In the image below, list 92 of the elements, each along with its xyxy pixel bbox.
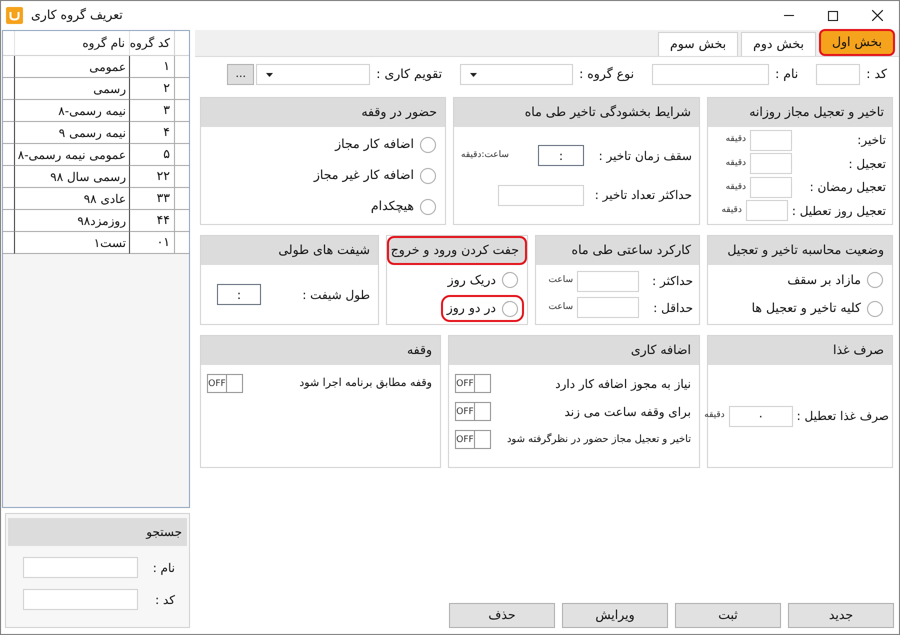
input-field[interactable] [750,130,792,151]
input-field[interactable] [577,270,639,292]
panel-header: جستجو [8,518,187,546]
field-label: حداکثر : [651,273,693,290]
field-label: تعجیل رمضان : [808,179,886,196]
tab[interactable]: بخش دوم [741,32,816,56]
unit-label: دقیقه [704,409,725,422]
panel-header: کارکرد ساعتی طی ماه [536,236,699,265]
action-button[interactable]: ویرایش [562,603,668,628]
panel-header: وقفه [201,336,440,365]
panel-header: شرایط بخشودگی تاخیر طی ماه [454,98,699,127]
input-field[interactable]: : [217,284,261,305]
input-field[interactable] [23,557,138,578]
browse-button[interactable]: ... [227,64,254,85]
maximize-icon [828,10,838,20]
field-label: تقویم کاری : [376,65,442,84]
field-label: تعجیل روز تعطیل : [792,202,886,220]
option-label: تاخیر و تعجیل مجاز حضور در نظرگرفته شود [506,432,691,447]
row-header[interactable] [174,56,189,78]
radio-option[interactable]: مازاد بر سقف [781,266,889,294]
field-label: کد : [866,65,887,84]
field-label: صرف غذا تعطیل : [796,408,889,425]
panel-header: وضعیت محاسبه تاخیر و تعجیل [708,236,892,265]
unit-label: ساعت:دقیقه [461,149,509,162]
close-icon [872,10,882,21]
unit-label: دقیقه [726,133,746,146]
input-field[interactable]: ۰ [728,406,793,426]
caret-icon [266,72,274,76]
field-label: نام : [775,65,798,84]
input-field[interactable] [498,184,584,206]
row-header[interactable] [174,100,189,122]
field-label: حداقل : [652,300,693,317]
row-header[interactable] [174,122,189,144]
unit-label: ساعت [548,274,573,288]
input-field[interactable] [577,297,639,318]
option-label: نیاز به مجوز اضافه کار دارد [555,376,691,392]
table-cell: ۰۱ [129,232,174,254]
panel-header: حضور در وقفه [201,98,445,127]
field-label: نوع گروه : [579,65,634,84]
unit-label: دقیقه [726,180,746,194]
option-label: برای وقفه ساعت می زند [564,404,691,420]
toggle-switch[interactable]: OFF [455,402,491,421]
action-button[interactable]: حذف [449,603,555,628]
field-label: کد : [155,592,175,608]
tab[interactable]: بخش اول [818,29,895,56]
toggle-switch[interactable]: OFF [455,430,491,449]
option-label: وقفه مطابق برنامه اجرا شود [299,375,432,392]
row-header[interactable] [174,188,189,210]
field-label: تاخیر: [856,132,886,150]
panel-header: جفت کردن ورود و خروج [387,236,527,265]
field-label: تعجیل : [848,156,886,173]
input-field[interactable] [816,64,860,85]
action-button[interactable]: ثبت [675,603,781,628]
field-label: طول شیفت : [302,286,370,304]
caret-icon [470,72,478,76]
row-header[interactable] [174,166,189,188]
row-header[interactable] [174,210,189,232]
minimize-icon [784,15,794,16]
tab[interactable]: بخش سوم [658,32,738,56]
unit-label: ساعت [548,301,573,314]
app-logo-icon [6,7,23,24]
input-field[interactable] [746,200,788,222]
action-button[interactable]: جدید [788,603,894,628]
field-label: حداکثر تعداد تاخیر : [594,187,692,204]
panel-header: اضافه کاری [449,336,699,365]
panel-header: شیفت های طولی [201,236,378,265]
toggle-switch[interactable]: OFF [455,374,491,393]
row-header[interactable] [174,78,189,100]
radio-option[interactable]: اضافه کار مجاز [329,131,442,158]
input-field[interactable] [652,64,770,85]
input-field[interactable] [23,589,138,610]
panel-header: صرف غذا [708,336,892,365]
input-field[interactable]: : [538,145,584,166]
field-label: سقف زمان تاخیر : [598,148,692,165]
radio-option[interactable]: کلیه تاخیر و تعجیل ها [746,295,889,322]
unit-label: دقیقه [726,156,746,170]
field-label: نام : [152,560,175,576]
input-field[interactable] [750,176,792,198]
window-title: تعریف گروه کاری [31,6,123,24]
radio-option[interactable]: اضافه کار غیر مجاز [308,162,442,189]
radio-option[interactable]: در دو روز [440,295,524,322]
dropdown[interactable] [256,64,370,85]
dropdown[interactable] [460,64,574,85]
header-corner[interactable] [174,31,189,56]
unit-label: دقیقه [721,204,742,218]
panel-header: تاخیر و تعجیل مجاز روزانه [708,98,892,127]
radio-option[interactable]: هیچکدام [364,193,442,220]
toggle-switch[interactable]: OFF [207,374,243,393]
row-header[interactable] [174,232,189,254]
input-field[interactable] [750,153,792,174]
row-header[interactable] [174,144,189,166]
radio-option[interactable]: دریک روز [442,266,524,294]
